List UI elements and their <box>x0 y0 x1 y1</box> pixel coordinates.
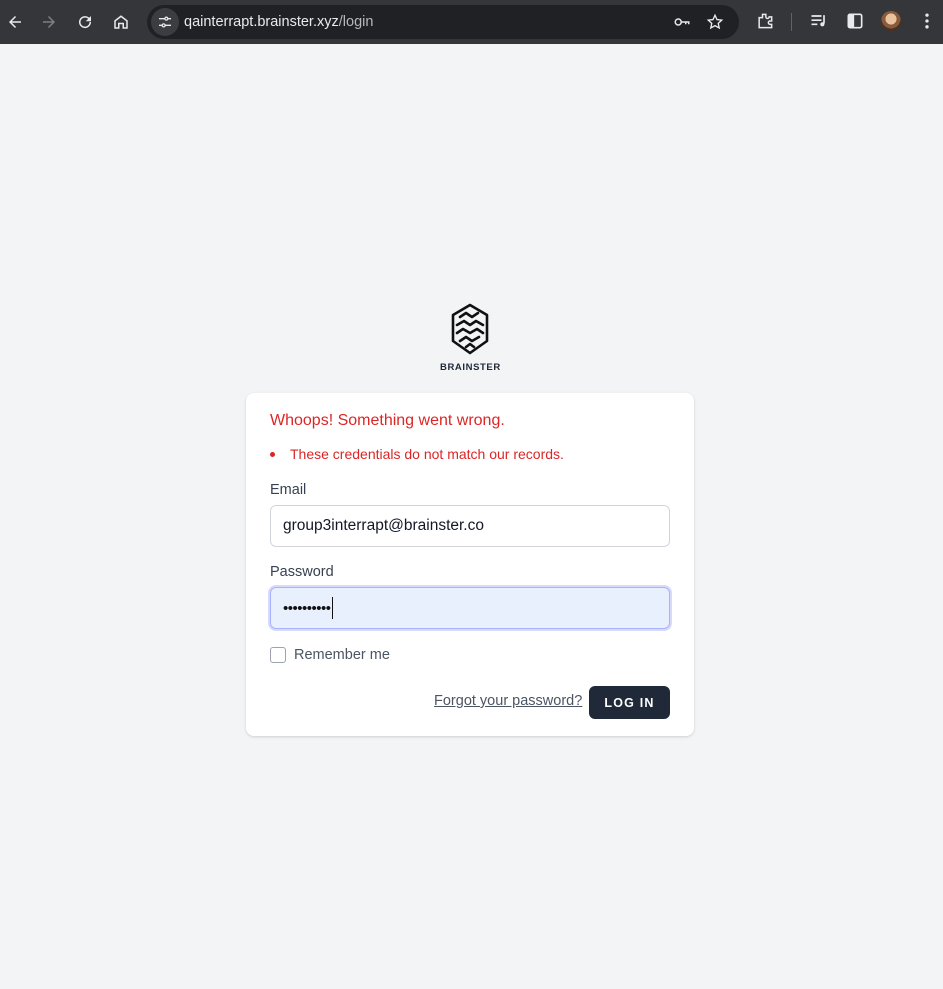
url-host: qainterrapt.brainster.xyz <box>184 14 339 30</box>
error-title: Whoops! Something went wrong. <box>270 412 505 429</box>
more-vert-icon[interactable] <box>917 11 937 31</box>
logo-wordmark: BRAINSTER <box>440 362 501 373</box>
extensions-icon[interactable] <box>755 11 775 31</box>
forgot-password-link[interactable]: Forgot your password? <box>434 693 582 709</box>
back-button[interactable] <box>0 7 30 37</box>
brain-logo-icon <box>451 303 489 355</box>
toolbar-divider <box>791 13 792 31</box>
password-mask: •••••••••• <box>283 599 331 617</box>
key-icon[interactable] <box>673 13 691 31</box>
email-field[interactable]: group3interrapt@brainster.co <box>270 505 670 547</box>
media-control-icon[interactable] <box>809 11 829 31</box>
side-panel-icon[interactable] <box>845 11 865 31</box>
login-button[interactable]: LOG IN <box>589 686 670 719</box>
url-path: /login <box>338 14 374 30</box>
forward-arrow-icon <box>43 16 55 28</box>
reload-button[interactable] <box>70 7 100 37</box>
home-icon <box>114 15 128 29</box>
reload-icon <box>79 16 92 29</box>
home-button[interactable] <box>106 7 136 37</box>
url-text: qainterrapt.brainster.xyz/login <box>184 14 373 30</box>
email-label: Email <box>270 482 307 498</box>
forward-button[interactable] <box>34 7 64 37</box>
text-caret <box>331 597 334 619</box>
remember-me-label: Remember me <box>294 647 390 663</box>
password-label: Password <box>270 564 334 580</box>
browser-toolbar: qainterrapt.brainster.xyz/login <box>0 0 943 44</box>
email-value: group3interrapt@brainster.co <box>283 517 484 534</box>
remember-me-checkbox[interactable] <box>270 647 286 663</box>
brainster-logo: BRAINSTER <box>440 303 500 375</box>
error-message: These credentials do not match our recor… <box>290 446 564 462</box>
star-icon[interactable] <box>706 13 724 31</box>
remember-me[interactable]: Remember me <box>270 647 390 663</box>
error-bullet <box>270 452 275 457</box>
password-field[interactable]: •••••••••• <box>270 587 670 629</box>
back-arrow-icon <box>9 16 21 28</box>
login-card: Whoops! Something went wrong. These cred… <box>246 393 694 736</box>
site-info-icon[interactable] <box>151 8 179 36</box>
address-bar[interactable]: qainterrapt.brainster.xyz/login <box>147 5 739 39</box>
profile-avatar[interactable] <box>881 11 901 31</box>
